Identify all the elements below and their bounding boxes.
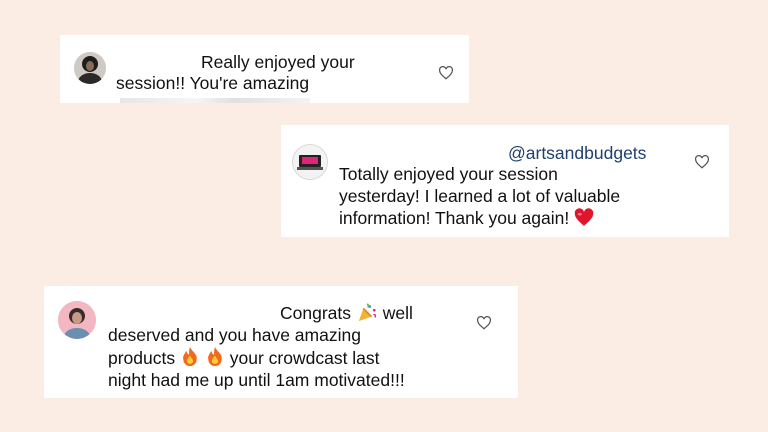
comment-text-line: products your crowdcast last [108,346,380,369]
cropped-text-remnant [120,98,310,103]
comment-card-3: Congrats well deserved and you have amaz… [44,286,518,398]
comment-text-line: Congrats well [280,302,413,324]
comment-text-line: information! Thank you again! [339,207,594,229]
comment-text-segment: well [382,303,413,323]
red-heart-emoji [574,208,594,226]
user-avatar-icon[interactable] [58,301,96,339]
party-popper-emoji [358,303,376,322]
comment-text-line: session!! You're amazing [116,73,310,93]
brand-avatar-icon[interactable] [292,144,328,180]
fire-emoji [208,346,222,367]
fire-emoji [183,346,197,367]
comment-card-1: Really enjoyed your session!! You're ama… [60,35,469,103]
comment-text-line: night had me up until 1am motivated!!! [108,370,405,390]
comment-card-2: @artsandbudgets Totally enjoyed your ses… [281,125,729,237]
heart-outline-icon[interactable] [694,155,710,169]
heart-outline-icon[interactable] [438,66,454,80]
page: { "colors": { "background": "#fbece4", "… [0,0,768,432]
heart-outline-icon[interactable] [476,316,492,330]
comment-handle[interactable]: @artsandbudgets [508,142,646,164]
comment-text-line: deserved and you have amazing [108,325,361,345]
comment-text-segment: products [108,348,176,368]
comment-text-line: yesterday! I learned a lot of valuable [339,186,621,206]
comment-text-line: Really enjoyed your [201,52,355,72]
user-avatar-icon[interactable] [74,52,106,84]
comment-text-segment: your crowdcast last [229,348,380,368]
comment-text-segment: Congrats [280,303,352,323]
comment-text-line: Totally enjoyed your session [339,164,558,184]
comment-text-segment: information! Thank you again! [339,208,570,228]
